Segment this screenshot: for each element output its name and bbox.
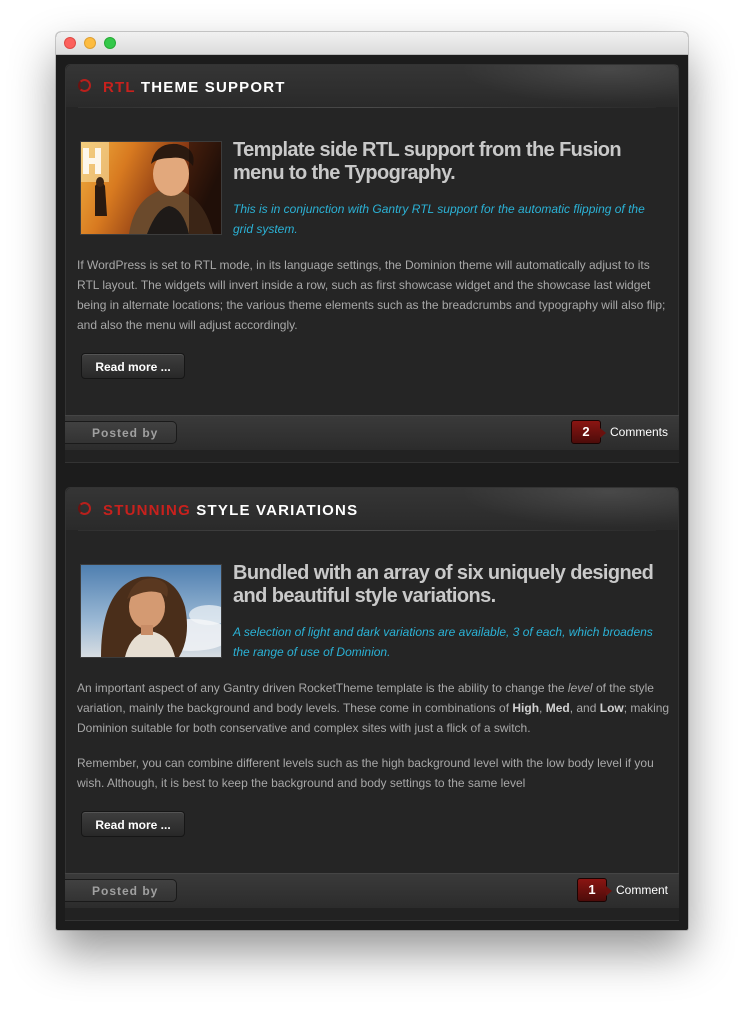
post-footer: Posted by 2 Comments	[65, 415, 679, 451]
post-title-rest: THEME SUPPORT	[135, 79, 286, 96]
minimize-window-button[interactable]	[84, 37, 96, 49]
read-more-button[interactable]: Read more ...	[81, 811, 185, 837]
post-title-accent: STUNNING	[103, 502, 191, 519]
comment-count: 2	[582, 424, 590, 439]
header-divider	[78, 530, 656, 531]
post-body-paragraph-1: An important aspect of any Gantry driven…	[77, 678, 673, 738]
comments-link[interactable]: Comments	[610, 416, 668, 449]
body-text-part: , and	[569, 701, 600, 715]
post-header: RTL THEME SUPPORT	[66, 65, 678, 107]
post-thumbnail-image[interactable]	[80, 141, 222, 235]
post-rtl-theme-support: RTL THEME SUPPORT Template side RTL supp…	[65, 64, 679, 463]
post-lead: This is in conjunction with Gantry RTL s…	[233, 202, 645, 236]
badge-arrow-icon	[606, 886, 612, 896]
body-text-part: ,	[539, 701, 546, 715]
post-thumbnail-image[interactable]	[80, 564, 222, 658]
header-divider	[78, 107, 656, 108]
post-bottom-edge	[65, 908, 679, 921]
doctor-who-image	[81, 142, 221, 234]
level-high: High	[512, 701, 540, 715]
level-med: Med	[545, 701, 570, 715]
body-text-part: An important aspect of any Gantry driven…	[77, 681, 568, 695]
post-header: STUNNING STYLE VARIATIONS	[66, 488, 678, 530]
browser-window: RTL THEME SUPPORT Template side RTL supp…	[56, 32, 688, 930]
window-titlebar	[56, 32, 688, 55]
comment-count-badge[interactable]: 2	[571, 420, 606, 444]
post-title-accent: RTL	[103, 79, 136, 96]
close-window-button[interactable]	[64, 37, 76, 49]
comment-count-badge[interactable]: 1	[577, 878, 612, 902]
post-body-paragraph-2: Remember, you can combine different leve…	[77, 756, 654, 790]
read-more-button[interactable]: Read more ...	[81, 353, 185, 379]
comment-count: 1	[588, 882, 596, 897]
badge-arrow-icon	[600, 428, 606, 438]
post-style-variations: STUNNING STYLE VARIATIONS Bundled with a…	[65, 487, 679, 921]
post-title[interactable]: STUNNING STYLE VARIATIONS	[103, 502, 358, 519]
post-headline: Bundled with an array of six uniquely de…	[233, 562, 654, 607]
post-body: If WordPress is set to RTL mode, in its …	[77, 258, 666, 332]
post-footer: Posted by 1 Comment	[65, 873, 679, 909]
zoom-window-button[interactable]	[104, 37, 116, 49]
post-title[interactable]: RTL THEME SUPPORT	[103, 79, 286, 96]
post-title-rest: STYLE VARIATIONS	[190, 502, 359, 519]
level-low: Low	[599, 701, 624, 715]
woman-portrait-image	[81, 565, 221, 657]
post-lead: A selection of light and dark variations…	[233, 625, 653, 659]
header-glow	[448, 488, 678, 530]
post-headline: Template side RTL support from the Fusio…	[233, 139, 622, 184]
header-glow	[448, 65, 678, 107]
body-emphasis: level	[567, 681, 593, 695]
circle-bullet-icon	[78, 502, 91, 515]
posted-by-label: Posted by	[65, 879, 177, 902]
circle-bullet-icon	[78, 79, 91, 92]
post-bottom-edge	[65, 450, 679, 463]
posted-by-label: Posted by	[65, 421, 177, 444]
comments-link[interactable]: Comment	[616, 874, 668, 907]
